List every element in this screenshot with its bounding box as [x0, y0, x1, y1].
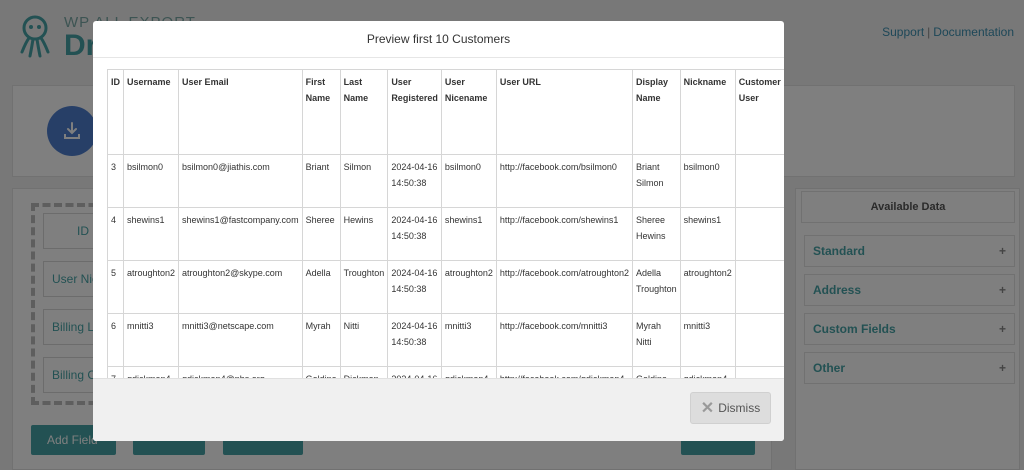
dismiss-label: Dismiss	[718, 401, 761, 415]
table-cell: gdickman4	[440, 366, 497, 378]
table-cell	[734, 313, 784, 367]
table-cell	[734, 366, 784, 378]
table-cell: shewins1	[440, 207, 497, 261]
column-header: User URL	[495, 69, 633, 155]
table-cell: 6	[107, 313, 124, 367]
table-cell: 3	[107, 154, 124, 208]
column-header: Customer User	[734, 69, 784, 155]
table-row: 7gdickman4gdickman4@pbs.orgGoldinaDickma…	[107, 366, 784, 378]
table-row: 6 mnitti3 mnitti3@netscape.com Myrah Nitti 20…	[107, 313, 784, 367]
table-cell: http://facebook.com/mnitti3	[495, 313, 633, 367]
table-cell: bsilmon0	[679, 154, 736, 208]
column-header: Last Name	[339, 69, 389, 155]
table-cell: Goldina Dickman	[631, 366, 681, 378]
column-header: Username	[122, 69, 180, 155]
table-cell: Silmon	[339, 154, 389, 208]
table-cell: Troughton	[339, 260, 389, 314]
table-cell: 2024-04-16 14:50:38	[387, 154, 442, 208]
table-cell: http://facebook.com/shewins1	[495, 207, 633, 261]
column-header: First Name	[301, 69, 341, 155]
table-row: 5 atroughton2 atroughton2@skype.com Adella T…	[107, 260, 784, 314]
table-body: 3 bsilmon0 bsilmon0@jiathis.com Briant Silmo…	[107, 154, 784, 378]
table-cell	[734, 260, 784, 314]
table-cell: 5	[107, 260, 124, 314]
table-cell: 2024-04-16 14:50:38	[387, 313, 442, 367]
table-cell: http://facebook.com/gdickman4	[495, 366, 633, 378]
column-header: Nickname	[679, 69, 736, 155]
table-cell: http://facebook.com/atroughton2	[495, 260, 633, 314]
preview-table-scroll[interactable]: ID Username User Email First Name Last Name U…	[107, 69, 784, 378]
table-cell: shewins1@fastcompany.com	[178, 207, 303, 261]
table-cell: Goldina	[301, 366, 341, 378]
table-cell: 7	[107, 366, 124, 378]
table-cell: mnitti3	[122, 313, 180, 367]
table-cell: Hewins	[339, 207, 389, 261]
table-cell: 2024-04-16 14:50:38	[387, 207, 442, 261]
preview-modal: Preview first 10 Customers ID Username Use…	[93, 21, 784, 441]
modal-footer: ✕ Dismiss	[93, 378, 784, 441]
column-header: User Nicename	[440, 69, 497, 155]
modal-title: Preview first 10 Customers	[93, 21, 784, 58]
table-cell: Myrah Nitti	[631, 313, 681, 367]
column-header: ID	[107, 69, 124, 155]
table-cell: mnitti3@netscape.com	[178, 313, 303, 367]
table-cell: mnitti3	[679, 313, 736, 367]
table-cell	[734, 207, 784, 261]
table-cell: bsilmon0@jiathis.com	[178, 154, 303, 208]
table-cell	[734, 154, 784, 208]
table-cell: atroughton2	[679, 260, 736, 314]
table-cell: http://facebook.com/bsilmon0	[495, 154, 633, 208]
table-cell: gdickman4	[122, 366, 180, 378]
table-cell: gdickman4	[679, 366, 736, 378]
table-cell: 2024-04-16 14:50:38	[387, 366, 442, 378]
close-icon: ✕	[700, 400, 715, 417]
table-cell: atroughton2@skype.com	[178, 260, 303, 314]
table-cell: Adella	[301, 260, 341, 314]
table-cell: bsilmon0	[122, 154, 180, 208]
table-cell: shewins1	[679, 207, 736, 261]
table-cell: Sheree	[301, 207, 341, 261]
table-cell: atroughton2	[440, 260, 497, 314]
table-cell: gdickman4@pbs.org	[178, 366, 303, 378]
column-header: Display Name	[631, 69, 681, 155]
table-row: 3 bsilmon0 bsilmon0@jiathis.com Briant Silmo…	[107, 154, 784, 208]
table-header-row: ID Username User Email First Name Last Name U…	[107, 69, 784, 155]
table-cell: Nitti	[339, 313, 389, 367]
table-cell: Sheree Hewins	[631, 207, 681, 261]
table-cell: Myrah	[301, 313, 341, 367]
dismiss-button[interactable]: ✕ Dismiss	[690, 392, 771, 424]
table-row: 4 shewins1 shewins1@fastcompany.com Sheree H…	[107, 207, 784, 261]
column-header: User Registered	[387, 69, 442, 155]
table-cell: 2024-04-16 14:50:38	[387, 260, 442, 314]
table-cell: Adella Troughton	[631, 260, 681, 314]
column-header: User Email	[178, 69, 303, 155]
table-cell: Dickman	[339, 366, 389, 378]
table-cell: mnitti3	[440, 313, 497, 367]
table-cell: Briant Silmon	[631, 154, 681, 208]
preview-table: ID Username User Email First Name Last Name U…	[107, 69, 784, 378]
table-cell: shewins1	[122, 207, 180, 261]
table-cell: Briant	[301, 154, 341, 208]
table-cell: bsilmon0	[440, 154, 497, 208]
table-cell: 4	[107, 207, 124, 261]
table-cell: atroughton2	[122, 260, 180, 314]
